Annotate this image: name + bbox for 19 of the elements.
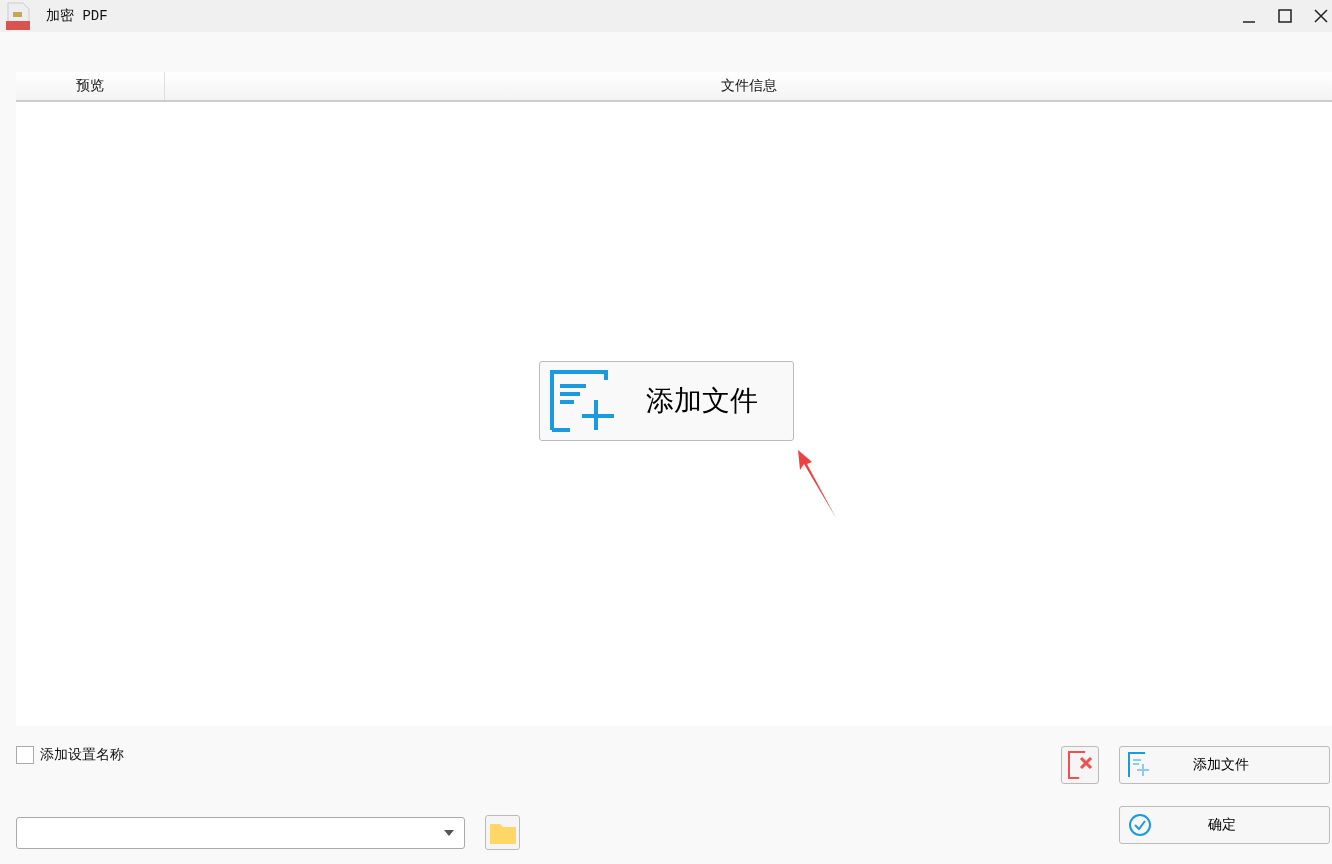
path-dropdown[interactable]: [16, 816, 465, 849]
add-document-icon: [1128, 752, 1150, 778]
folder-icon: [489, 821, 516, 844]
caret-icon: [444, 829, 454, 836]
close-icon[interactable]: [1314, 9, 1328, 23]
add-document-icon: [549, 370, 616, 432]
add-file-button[interactable]: 添加文件: [1119, 746, 1330, 784]
checkbox-label: 添加设置名称: [40, 746, 124, 764]
remove-document-icon: [1067, 750, 1093, 780]
check-circle-icon: [1128, 813, 1152, 837]
window-title: 加密 PDF: [46, 7, 108, 25]
maximize-icon[interactable]: [1278, 9, 1292, 23]
checkbox[interactable]: [16, 746, 34, 764]
remove-button[interactable]: [1061, 746, 1099, 784]
add-file-button[interactable]: 添加文件: [538, 361, 794, 441]
browse-button[interactable]: [485, 815, 520, 850]
column-header: 预览: [16, 72, 165, 100]
column-header: 文件信息: [719, 76, 778, 95]
confirm-button[interactable]: 确定: [1119, 806, 1330, 844]
